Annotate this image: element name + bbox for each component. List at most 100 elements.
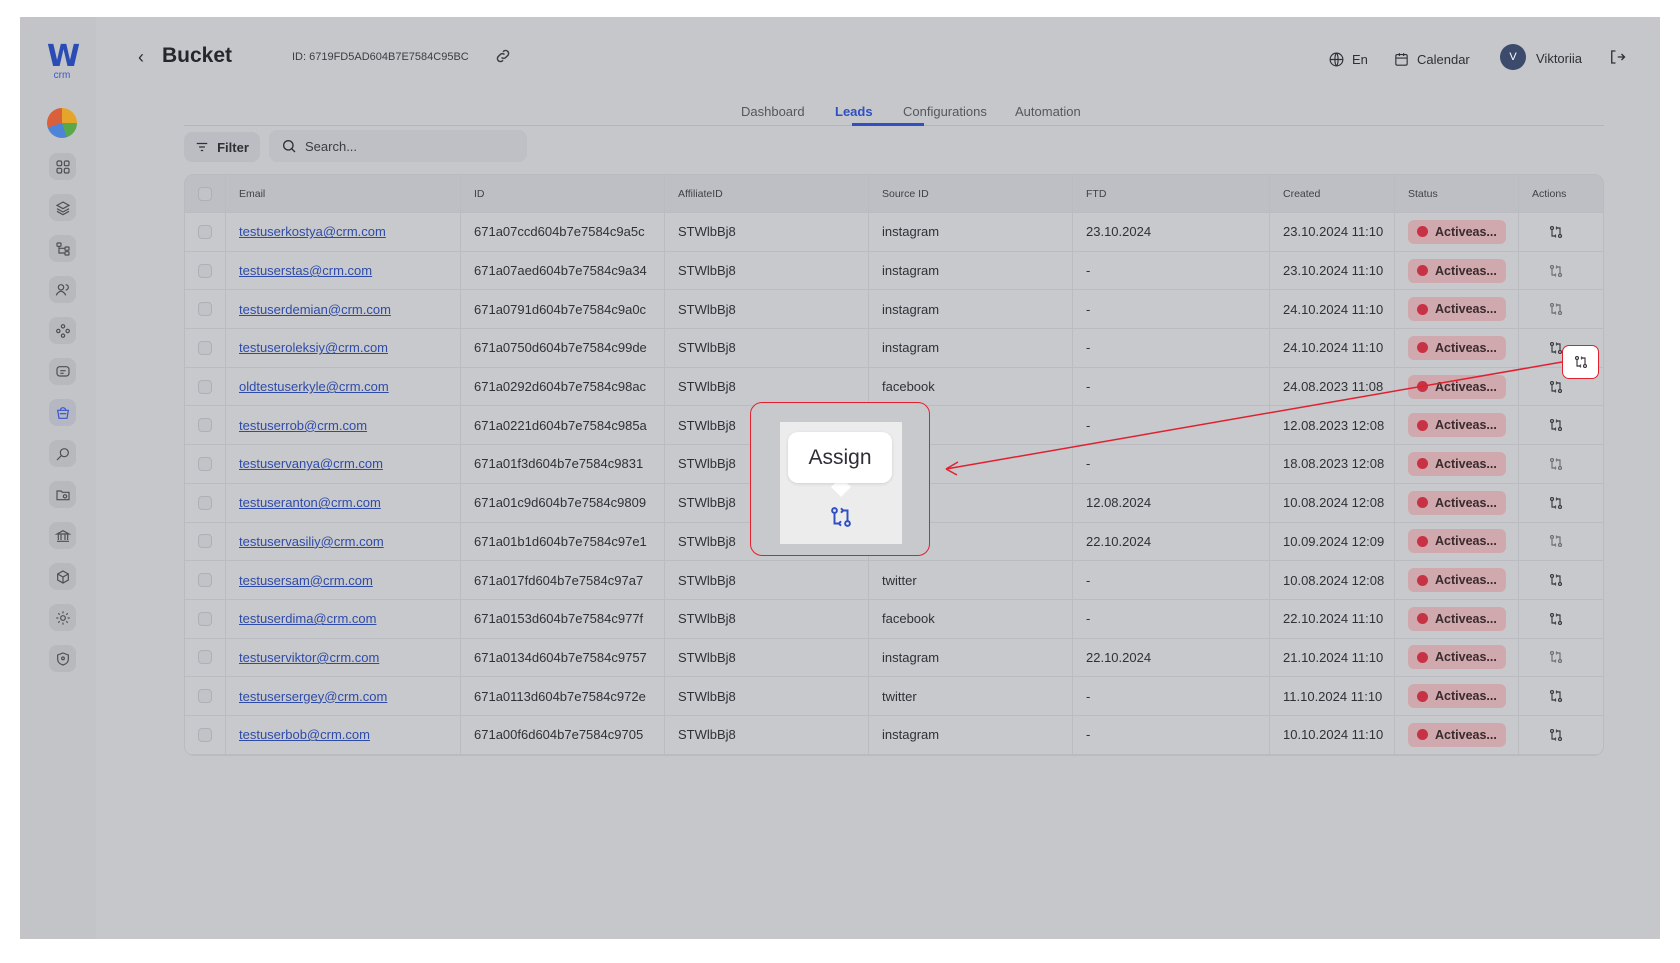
table-row[interactable]: testusersergey@crm.com 671a0113d604b7e758… — [185, 677, 1603, 716]
assign-button[interactable] — [1548, 572, 1564, 588]
assign-button[interactable] — [1548, 224, 1564, 240]
table-row[interactable]: testusersam@crm.com 671a017fd604b7e7584c9… — [185, 561, 1603, 600]
row-checkbox[interactable] — [198, 611, 212, 626]
row-checkbox[interactable] — [198, 650, 212, 665]
email-link[interactable]: testuservasiliy@crm.com — [239, 534, 384, 549]
checkbox-cell[interactable] — [185, 406, 225, 444]
tab-configurations[interactable]: Configurations — [903, 104, 987, 119]
status-badge[interactable]: Activeas... — [1408, 413, 1506, 438]
calendar-button[interactable]: Calendar — [1393, 51, 1470, 68]
status-badge[interactable]: Activeas... — [1408, 606, 1506, 631]
tab-automation[interactable]: Automation — [1015, 104, 1081, 119]
checkbox-cell[interactable] — [185, 716, 225, 754]
assign-button[interactable] — [1548, 379, 1564, 395]
sidebar-item-hierarchy[interactable] — [49, 235, 76, 262]
email-link[interactable]: testuserdemian@crm.com — [239, 302, 391, 317]
checkbox-cell[interactable] — [185, 523, 225, 561]
assign-button[interactable] — [1548, 688, 1564, 704]
status-badge[interactable]: Activeas... — [1408, 297, 1506, 322]
assign-button[interactable] — [1548, 611, 1564, 627]
sidebar-item-shield[interactable] — [49, 645, 76, 672]
email-link[interactable]: testusersam@crm.com — [239, 573, 373, 588]
email-link[interactable]: testuseranton@crm.com — [239, 495, 381, 510]
assign-button[interactable] — [1548, 495, 1564, 511]
status-badge[interactable]: Activeas... — [1408, 490, 1506, 515]
checkbox-cell[interactable] — [185, 639, 225, 677]
checkbox-cell[interactable] — [185, 368, 225, 406]
checkbox-cell[interactable] — [185, 677, 225, 715]
copy-link-icon[interactable] — [494, 47, 512, 65]
table-row[interactable]: testuserdima@crm.com 671a0153d604b7e7584c… — [185, 599, 1603, 639]
sidebar-item-folder[interactable] — [49, 481, 76, 508]
table-row[interactable]: oldtestuserkyle@crm.com 671a0292d604b7e75… — [185, 367, 1603, 407]
table-row[interactable]: testuserbob@crm.com 671a00f6d604b7e7584c9… — [185, 715, 1603, 755]
checkbox-cell[interactable] — [185, 329, 225, 367]
row-checkbox[interactable] — [198, 727, 212, 742]
sidebar-item-cube[interactable] — [49, 563, 76, 590]
email-link[interactable]: testuserkostya@crm.com — [239, 224, 386, 239]
assign-button[interactable] — [1548, 727, 1564, 743]
row-checkbox[interactable] — [198, 456, 212, 471]
sidebar-item-layers[interactable] — [49, 194, 76, 221]
select-all-checkbox[interactable] — [198, 186, 212, 201]
tab-dashboard[interactable]: Dashboard — [741, 104, 805, 119]
assign-button[interactable] — [1548, 533, 1564, 549]
back-chevron-icon[interactable]: ‹ — [138, 47, 144, 68]
assign-button[interactable] — [1548, 263, 1564, 279]
sidebar-item-gear[interactable] — [49, 604, 76, 631]
row-checkbox[interactable] — [198, 263, 212, 278]
avatar[interactable]: V — [1500, 44, 1526, 70]
checkbox-cell[interactable] — [185, 213, 225, 251]
checkbox-cell[interactable] — [185, 290, 225, 328]
row-checkbox[interactable] — [198, 689, 212, 704]
email-link[interactable]: testuserrob@crm.com — [239, 418, 367, 433]
status-badge[interactable]: Activeas... — [1408, 645, 1506, 670]
row-checkbox[interactable] — [198, 418, 212, 433]
checkbox-cell[interactable] — [185, 484, 225, 522]
checkbox-cell[interactable] — [185, 561, 225, 599]
sidebar-item-search-key[interactable] — [49, 440, 76, 467]
assign-button-highlight[interactable] — [1562, 345, 1599, 379]
table-row[interactable]: testuseroleksiy@crm.com 671a0750d604b7e75… — [185, 329, 1603, 368]
filter-button[interactable]: Filter — [184, 132, 260, 162]
checkbox-cell[interactable] — [185, 445, 225, 483]
email-link[interactable]: testuserviktor@crm.com — [239, 650, 379, 665]
sidebar-item-bank[interactable] — [49, 522, 76, 549]
email-link[interactable]: testuserdima@crm.com — [239, 611, 376, 626]
email-link[interactable]: oldtestuserkyle@crm.com — [239, 379, 389, 394]
row-checkbox[interactable] — [198, 379, 212, 394]
assign-button[interactable] — [1548, 417, 1564, 433]
table-row[interactable]: testuserdemian@crm.com 671a0791d604b7e758… — [185, 290, 1603, 330]
assign-button[interactable] — [1548, 456, 1564, 472]
sidebar-item-network[interactable] — [49, 317, 76, 344]
table-row[interactable]: testuserviktor@crm.com 671a0134d604b7e758… — [185, 638, 1603, 678]
email-link[interactable]: testuservanya@crm.com — [239, 456, 383, 471]
email-link[interactable]: testuserstas@crm.com — [239, 263, 372, 278]
checkbox-cell[interactable] — [185, 252, 225, 290]
status-badge[interactable]: Activeas... — [1408, 568, 1506, 593]
row-checkbox[interactable] — [198, 495, 212, 510]
sidebar-item-bucket[interactable] — [49, 399, 76, 426]
email-link[interactable]: testuseroleksiy@crm.com — [239, 340, 388, 355]
search-box[interactable] — [269, 130, 527, 162]
search-input[interactable] — [305, 138, 505, 154]
row-checkbox[interactable] — [198, 302, 212, 317]
status-badge[interactable]: Activeas... — [1408, 335, 1506, 360]
status-badge[interactable]: Activeas... — [1408, 219, 1506, 244]
row-checkbox[interactable] — [198, 224, 212, 239]
assign-button[interactable] — [1548, 649, 1564, 665]
dashboard-pie-icon[interactable] — [47, 108, 77, 138]
row-checkbox[interactable] — [198, 534, 212, 549]
row-checkbox[interactable] — [198, 340, 212, 355]
table-row[interactable]: testuserstas@crm.com 671a07aed604b7e7584c… — [185, 251, 1603, 291]
table-row[interactable]: testuserkostya@crm.com 671a07ccd604b7e758… — [185, 213, 1603, 252]
assign-button[interactable] — [1548, 301, 1564, 317]
status-badge[interactable]: Activeas... — [1408, 258, 1506, 283]
sidebar-item-grid[interactable] — [49, 153, 76, 180]
logout-icon[interactable] — [1608, 48, 1626, 66]
header-checkbox-cell[interactable] — [185, 175, 225, 212]
status-badge[interactable]: Activeas... — [1408, 529, 1506, 554]
username[interactable]: Viktoriia — [1536, 51, 1582, 66]
checkbox-cell[interactable] — [185, 600, 225, 638]
language-switch[interactable]: En — [1328, 51, 1368, 68]
